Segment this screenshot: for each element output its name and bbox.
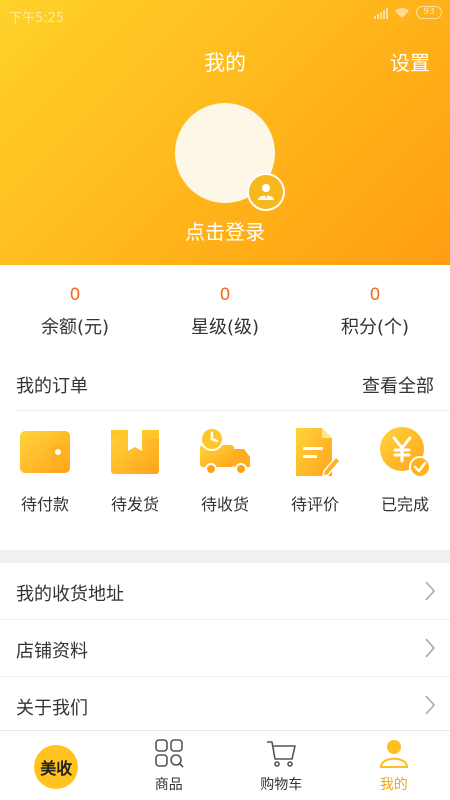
menu-item-store-info[interactable]: 店铺资料 <box>0 620 450 677</box>
tab-label: 购物车 <box>260 777 303 793</box>
stats-row: 0 余额(元) 0 星级(级) 0 积分(个) <box>0 265 450 355</box>
document-edit-icon <box>296 428 342 477</box>
order-label: 待付款 <box>20 495 69 514</box>
tab-products[interactable]: 商品 <box>113 731 226 800</box>
menu-list: 我的收货地址 店铺资料 关于我们 <box>0 563 450 734</box>
stat-value: 0 <box>369 285 381 305</box>
person-icon <box>379 740 408 768</box>
stat-points[interactable]: 0 积分(个) <box>300 265 450 355</box>
package-box-icon <box>111 430 159 474</box>
bottom-tab-bar: 美收 商品 购物车 我的 <box>0 730 450 800</box>
order-pending-receipt[interactable]: 待收货 <box>180 425 270 525</box>
order-completed[interactable]: 已完成 <box>360 425 450 525</box>
battery-icon: 93 <box>416 6 442 19</box>
stat-star-level[interactable]: 0 星级(级) <box>150 265 300 355</box>
chevron-right-icon <box>425 581 436 601</box>
order-status-row: 待付款 待发货 待收货 待评价 已完成 <box>0 425 450 525</box>
login-link[interactable]: 点击登录 <box>0 216 450 245</box>
wallet-icon <box>20 431 70 473</box>
stat-balance[interactable]: 0 余额(元) <box>0 265 150 355</box>
stat-value: 0 <box>69 285 81 305</box>
status-bar: 下午5:25 93 <box>0 0 450 28</box>
order-pending-review[interactable]: 待评价 <box>270 425 360 525</box>
user-badge-icon[interactable] <box>247 173 285 211</box>
tab-home-brand[interactable]: 美收 <box>0 731 113 800</box>
stat-label: 星级(级) <box>190 317 260 338</box>
status-time: 下午5:25 <box>9 11 65 26</box>
delivery-truck-icon <box>200 427 250 475</box>
profile-header: 下午5:25 93 我的 设置 点击登录 <box>0 0 450 265</box>
section-separator <box>0 550 450 563</box>
wifi-icon <box>395 7 409 18</box>
view-all-orders-link[interactable]: 查看全部 <box>362 372 434 398</box>
grid-search-icon <box>154 739 184 768</box>
menu-item-label: 店铺资料 <box>16 641 88 662</box>
tab-label: 我的 <box>379 777 408 793</box>
tab-mine[interactable]: 我的 <box>338 731 450 800</box>
tab-cart[interactable]: 购物车 <box>225 731 338 800</box>
order-label: 已完成 <box>380 495 429 514</box>
order-label: 待评价 <box>290 495 339 514</box>
brand-logo: 美收 <box>34 745 79 789</box>
order-label: 待收货 <box>200 495 249 514</box>
cart-icon <box>267 741 297 767</box>
orders-header: 我的订单 查看全部 <box>0 355 450 411</box>
order-label: 待发货 <box>110 495 159 514</box>
settings-button[interactable]: 设置 <box>390 47 430 76</box>
menu-item-label: 我的收货地址 <box>16 584 124 605</box>
stat-label: 积分(个) <box>340 317 410 338</box>
divider <box>16 410 450 411</box>
menu-item-about-us[interactable]: 关于我们 <box>0 677 450 734</box>
order-pending-payment[interactable]: 待付款 <box>0 425 90 525</box>
stat-value: 0 <box>219 285 231 305</box>
page-title: 我的 <box>204 51 246 75</box>
menu-item-label: 关于我们 <box>16 698 88 719</box>
stat-label: 余额(元) <box>40 317 110 338</box>
orders-title: 我的订单 <box>16 376 88 397</box>
signal-icon <box>374 7 388 19</box>
menu-item-shipping-address[interactable]: 我的收货地址 <box>0 563 450 620</box>
profile-page: 下午5:25 93 我的 设置 点击登录 0 余额(元) 0 星级(级) 0 积… <box>0 0 450 800</box>
tab-label: 商品 <box>154 777 183 793</box>
chevron-right-icon <box>425 695 436 715</box>
yen-check-icon <box>380 427 431 478</box>
order-pending-shipment[interactable]: 待发货 <box>90 425 180 525</box>
chevron-right-icon <box>425 638 436 658</box>
status-icons: 93 <box>374 6 442 19</box>
